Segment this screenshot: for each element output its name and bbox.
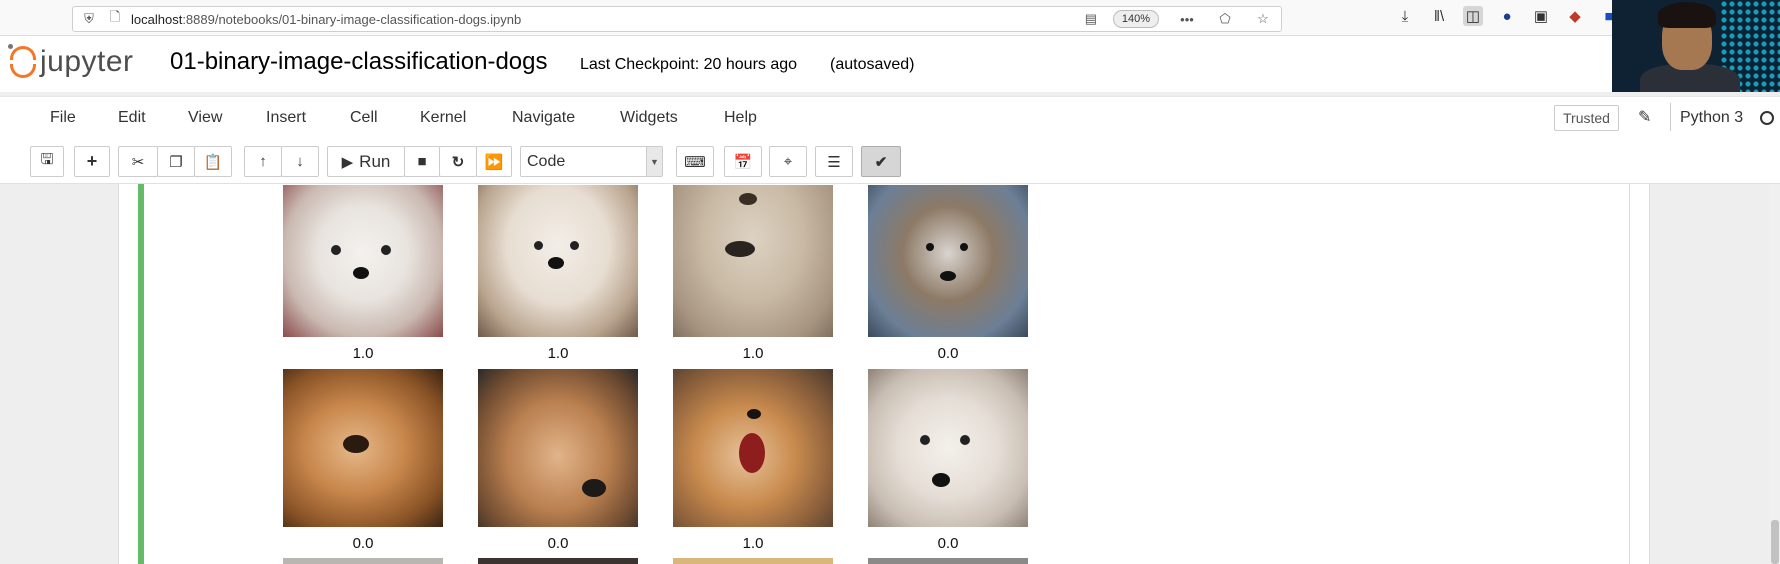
menu-cell[interactable]: Cell	[350, 109, 378, 127]
menu-navigate[interactable]: Navigate	[512, 109, 575, 127]
dog-image	[673, 558, 833, 564]
fast-forward-icon: ⏩	[484, 153, 504, 171]
kernel-idle-icon	[1760, 111, 1774, 125]
scrollbar-track[interactable]	[1770, 184, 1780, 564]
jupyter-logo[interactable]: jupyter	[8, 44, 134, 80]
prediction-label: 0.0	[547, 535, 569, 552]
dog-image	[478, 185, 638, 337]
move-down-button[interactable]: ↓	[281, 146, 319, 177]
dog-image	[283, 185, 443, 337]
autosave-status: (autosaved)	[830, 56, 915, 73]
zoom-level[interactable]: 140%	[1112, 10, 1159, 28]
plus-icon: +	[86, 151, 98, 171]
command-palette-button[interactable]: ⌨	[676, 146, 714, 177]
dog-image	[868, 558, 1028, 564]
restart-run-all-button[interactable]: ⏩	[476, 146, 512, 177]
restart-button[interactable]: ↻	[439, 146, 477, 177]
arrow-up-icon: ↑	[259, 153, 267, 170]
arrow-down-icon: ↓	[296, 153, 304, 170]
dog-image	[673, 369, 833, 527]
keyboard-icon: ⌨	[684, 153, 706, 171]
paste-icon: 📋	[203, 153, 223, 171]
copy-button[interactable]: ❐	[157, 146, 195, 177]
page-icon: 🗋	[109, 9, 121, 24]
prediction-label: 1.0	[352, 345, 374, 362]
menu-widgets[interactable]: Widgets	[620, 109, 678, 127]
insert-cell-button[interactable]: +	[74, 146, 110, 177]
scissors-icon: ✂	[131, 153, 145, 171]
extension-globe-icon[interactable]: ●	[1497, 6, 1517, 26]
paste-button[interactable]: 📋	[194, 146, 232, 177]
cut-button[interactable]: ✂	[118, 146, 158, 177]
dog-image	[283, 558, 443, 564]
url-text[interactable]: localhost:8889/notebooks/01-binary-image…	[131, 12, 521, 27]
menu-view[interactable]: View	[188, 109, 222, 127]
list-button[interactable]: ☰	[815, 146, 853, 177]
prediction-label: 0.0	[352, 535, 374, 552]
menu-file[interactable]: File	[50, 109, 76, 127]
list-icon: ☰	[827, 153, 841, 171]
menu-kernel[interactable]: Kernel	[420, 109, 466, 127]
kernel-separator	[1670, 103, 1671, 131]
prediction-label: 0.0	[937, 345, 959, 362]
crosshair-icon: ⌖	[783, 153, 793, 170]
menu-help[interactable]: Help	[724, 109, 757, 127]
calendar-icon: 📅	[733, 153, 753, 171]
ublock-icon[interactable]: ◆	[1565, 6, 1585, 26]
chevron-down-icon: ▼	[646, 147, 662, 176]
sidebar-icon[interactable]: ◫	[1463, 6, 1483, 26]
browser-toolbar: ⛨ 🗋 localhost:8889/notebooks/01-binary-i…	[0, 0, 1780, 36]
dog-image	[673, 185, 833, 337]
cell-type-select[interactable]: Code ▼	[520, 146, 663, 177]
scrollbar-thumb[interactable]	[1771, 520, 1779, 564]
more-actions-icon[interactable]: •••	[1177, 9, 1197, 29]
dog-image	[868, 185, 1028, 337]
pocket-icon[interactable]: ⬠	[1215, 9, 1235, 29]
checkpoint-status: Last Checkpoint: 20 hours ago	[580, 56, 798, 73]
save-button[interactable]: 🖫	[30, 146, 64, 177]
jupyter-logo-icon	[8, 44, 36, 80]
edit-mode-pencil-icon: ✎	[1638, 109, 1652, 126]
prediction-label: 1.0	[742, 535, 764, 552]
spellcheck-button[interactable]: ✔	[861, 146, 901, 177]
save-icon: 🖫	[40, 151, 54, 168]
calendar-button[interactable]: 📅	[724, 146, 762, 177]
notebook-title[interactable]: 01-binary-image-classification-dogs	[170, 48, 548, 76]
webcam-overlay	[1612, 0, 1780, 92]
dog-image	[478, 558, 638, 564]
restart-icon: ↻	[451, 153, 465, 171]
library-icon[interactable]: ‖\	[1429, 6, 1449, 26]
checkmark-icon: ✔	[874, 153, 888, 171]
prediction-label: 0.0	[937, 535, 959, 552]
interrupt-button[interactable]: ■	[404, 146, 440, 177]
download-icon[interactable]: ⤓	[1395, 6, 1415, 26]
jupyter-header: jupyter 01-binary-image-classification-d…	[0, 36, 1612, 92]
prediction-label: 1.0	[547, 345, 569, 362]
copy-icon: ❐	[169, 153, 183, 171]
crosshair-button[interactable]: ⌖	[769, 146, 807, 177]
shield-icon[interactable]: ⛨	[79, 9, 99, 29]
bookmark-star-icon[interactable]: ☆	[1253, 9, 1273, 29]
dog-image	[283, 369, 443, 527]
reader-view-icon[interactable]: ▤	[1081, 9, 1101, 29]
dog-image	[868, 369, 1028, 527]
notebook-toolbar: 🖫 + ✂ ❐ 📋 ↑ ↓ ▶ Run ■ ↻ ⏩ Code ▼ ⌨ 📅 ⌖ ☰ …	[0, 140, 1780, 184]
move-up-button[interactable]: ↑	[244, 146, 282, 177]
play-icon: ▶	[341, 153, 354, 171]
kernel-name[interactable]: Python 3	[1680, 109, 1743, 127]
prediction-label: 1.0	[742, 345, 764, 362]
extension-dark-icon[interactable]: ▣	[1531, 6, 1551, 26]
stop-icon: ■	[417, 153, 427, 170]
url-bar[interactable]: ⛨ 🗋 localhost:8889/notebooks/01-binary-i…	[72, 6, 1282, 32]
menu-bar: File Edit View Insert Cell Kernel Naviga…	[0, 96, 1780, 140]
run-button[interactable]: ▶ Run	[327, 146, 405, 177]
dog-image	[478, 369, 638, 527]
menu-insert[interactable]: Insert	[266, 109, 306, 127]
menu-edit[interactable]: Edit	[118, 109, 146, 127]
trusted-indicator[interactable]: Trusted	[1554, 105, 1619, 131]
